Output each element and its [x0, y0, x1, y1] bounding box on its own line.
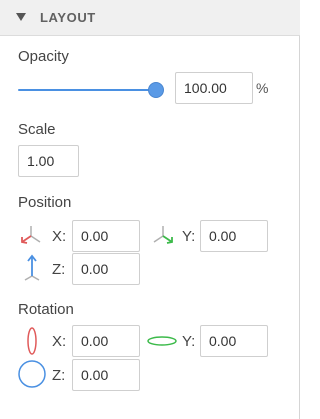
- axis-x-arrow-icon: [21, 226, 41, 244]
- opacity-input[interactable]: [175, 72, 253, 104]
- position-label: Position: [18, 194, 72, 211]
- layout-section-header[interactable]: LAYOUT: [0, 0, 300, 36]
- opacity-label: Opacity: [18, 48, 69, 65]
- rotate-y-ellipse-icon: [147, 336, 177, 346]
- rotation-x-label: X:: [52, 333, 67, 350]
- triangle-down-icon[interactable]: [16, 13, 26, 21]
- rotation-y-input[interactable]: [200, 325, 268, 357]
- rotate-z-circle-icon: [18, 360, 46, 388]
- rotation-x-input[interactable]: [72, 325, 140, 357]
- rotation-label: Rotation: [18, 301, 74, 318]
- position-z-input[interactable]: [72, 253, 140, 285]
- section-title: LAYOUT: [40, 10, 96, 25]
- axis-z-arrow-icon: [24, 254, 40, 281]
- scale-input[interactable]: [18, 145, 79, 177]
- rotation-z-input[interactable]: [72, 359, 140, 391]
- layout-panel: LAYOUT Opacity % Scale Position X: Y: Z:…: [0, 0, 300, 419]
- position-x-label: X:: [52, 228, 67, 245]
- rotate-x-ellipse-icon: [27, 327, 37, 355]
- scale-label: Scale: [18, 121, 56, 138]
- rotation-z-label: Z:: [52, 367, 66, 384]
- position-y-label: Y:: [182, 228, 196, 245]
- position-z-label: Z:: [52, 261, 66, 278]
- position-x-input[interactable]: [72, 220, 140, 252]
- opacity-slider-thumb[interactable]: [148, 82, 164, 98]
- position-y-input[interactable]: [200, 220, 268, 252]
- opacity-slider-track[interactable]: [18, 89, 156, 91]
- rotation-y-label: Y:: [182, 333, 196, 350]
- axis-y-arrow-icon: [153, 226, 173, 244]
- opacity-unit: %: [256, 80, 269, 96]
